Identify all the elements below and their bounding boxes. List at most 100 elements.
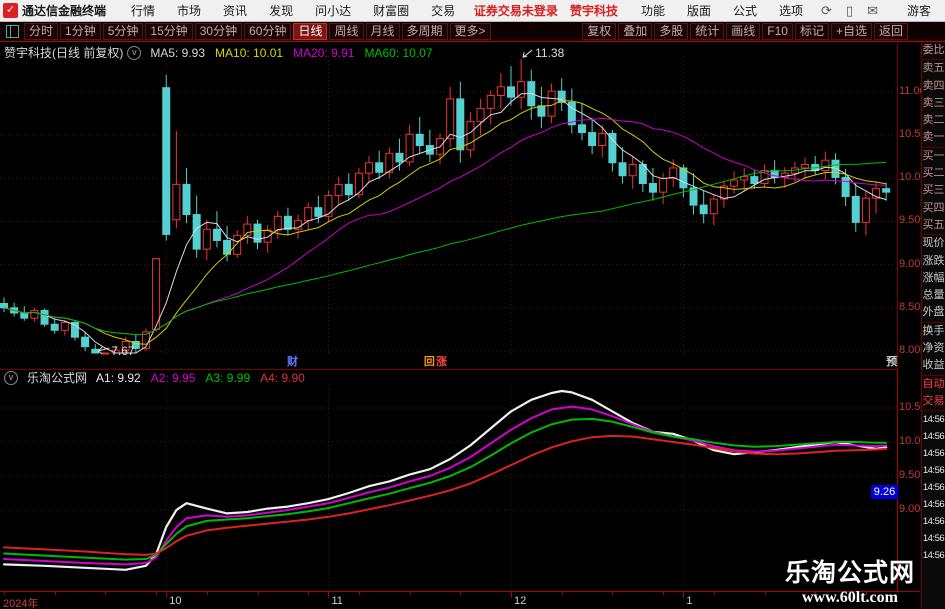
minor-tick [460,592,462,595]
period-button-多周期[interactable]: 多周期 [401,23,448,40]
sidebar-item-卖二[interactable]: 卖二 [922,112,945,129]
tool-button-画线[interactable]: 画线 [726,23,761,40]
menu-item-5[interactable]: 财富圈 [362,2,420,19]
event-marker-strip: 财 回涨 预 [0,356,897,370]
minor-tick [713,592,715,595]
mail-icon[interactable]: ✉ [860,3,885,19]
right-menu-item-3[interactable]: 选项 [768,2,814,19]
minor-tick [815,592,817,595]
period-button-5分钟[interactable]: 5分钟 [102,23,144,40]
period-button-更多>[interactable]: 更多> [449,23,491,40]
sidebar-item-买一[interactable]: 买一 [922,148,945,165]
trade-time-row[interactable]: 14:56 [922,530,945,547]
period-button-1分钟[interactable]: 1分钟 [60,23,101,40]
tool-button-多股[interactable]: 多股 [654,23,689,40]
minor-tick [257,592,259,595]
indicator-chart[interactable] [0,385,897,591]
indicator-collapse-icon[interactable]: v [4,370,18,385]
event-marker-回[interactable]: 回 [424,356,435,369]
trade-time-row[interactable]: 14:56 [922,513,945,530]
menu-item-0[interactable]: 行情 [120,2,166,19]
menu-item-4[interactable]: 问小达 [304,2,362,19]
sidebar-item-买三[interactable]: 买三 [922,182,945,199]
sidebar-item-净资[interactable]: 净资 [922,340,945,357]
right-menu-item-0[interactable]: 功能 [630,2,676,19]
year-label: 2024年 [3,598,39,609]
trade-time-row[interactable]: 14:56 [922,547,945,564]
main-candlestick-chart[interactable]: 11.38 7.67 [0,42,897,356]
trade-time-row[interactable]: 14:56 [922,428,945,445]
tool-button-标记[interactable]: 标记 [794,23,829,40]
menu-item-1[interactable]: 市场 [166,2,212,19]
layout-icon[interactable] [6,25,19,38]
sidebar-item-外盘[interactable]: 外盘 [922,304,945,323]
month-tick [683,592,685,598]
trade-time-row[interactable]: 14:56 [922,496,945,513]
indicator-label-3: A4: 9.90 [260,370,305,385]
month-label-10: 10 [169,595,182,607]
sidebar-item-涨幅[interactable]: 涨幅 [922,270,945,287]
trade-time-row[interactable]: 14:56 [922,462,945,479]
collapse-chevron-icon[interactable]: v [127,45,142,60]
sidebar-item-卖四[interactable]: 卖四 [922,78,945,95]
minor-tick [663,592,665,595]
period-button-30分钟[interactable]: 30分钟 [194,23,243,40]
menu-item-3[interactable]: 发现 [258,2,304,19]
menu-item-6[interactable]: 交易 [420,2,466,19]
sidebar-item-换手[interactable]: 换手 [922,323,945,340]
period-button-15分钟[interactable]: 15分钟 [145,23,193,40]
trade-time-row[interactable]: 14:56 [922,445,945,462]
sidebar-item-买四[interactable]: 买四 [922,200,945,217]
tool-button-+自选[interactable]: +自选 [830,23,872,40]
indicator-title: 乐淘公式网 [27,371,88,385]
event-marker-财[interactable]: 财 [287,356,298,369]
period-button-周线[interactable]: 周线 [329,23,364,40]
right-menu-item-2[interactable]: 公式 [722,2,768,19]
tool-button-返回[interactable]: 返回 [873,23,908,40]
tool-button-F10[interactable]: F10 [762,23,793,40]
sidebar-item-涨跌[interactable]: 涨跌 [922,253,945,270]
alert-text-1[interactable]: 赞宇科技 [570,2,618,19]
period-button-分时[interactable]: 分时 [24,23,59,40]
sidebar-item-交易[interactable]: 交易 [922,393,945,412]
month-label-11: 11 [331,595,343,607]
sidebar-item-买二[interactable]: 买二 [922,165,945,182]
minor-tick [308,592,310,595]
sidebar-item-卖五[interactable]: 卖五 [922,60,945,77]
sidebar-item-卖三[interactable]: 卖三 [922,95,945,112]
sub-price-axis: 10.50 10.00 9.50 9.00 [897,369,927,591]
minor-tick [206,592,208,595]
user-badge[interactable]: 游客 [907,2,931,19]
sidebar-item-现价[interactable]: 现价 [922,235,945,252]
minor-tick [561,592,563,595]
period-button-60分钟[interactable]: 60分钟 [244,23,292,40]
period-button-月线[interactable]: 月线 [365,23,400,40]
sidebar-item-收益[interactable]: 收益 [922,357,945,376]
tool-button-复权[interactable]: 复权 [582,23,617,40]
indicator-label-1: A2: 9.95 [150,370,196,385]
alert-texts: 证券交易未登录 赞宇科技 [474,2,630,19]
sidebar-item-自动[interactable]: 自动 [922,376,945,393]
right-menu-item-1[interactable]: 版面 [676,2,722,19]
sidebar-item-买五[interactable]: 买五 [922,217,945,236]
minor-tick [612,592,614,595]
app-logo-icon: ✓ [3,3,18,18]
sidebar-item-卖一[interactable]: 卖一 [922,129,945,148]
trade-time-row[interactable]: 14:56 [922,479,945,496]
event-marker-预[interactable]: 预 [886,356,897,369]
trade-time-row[interactable]: 14:56 [922,411,945,428]
menu-item-2[interactable]: 资讯 [212,2,258,19]
month-label-12: 12 [514,595,527,607]
tool-buttons: 复权 叠加 多股 统计 画线 F10 标记 +自选 返回 [581,23,909,40]
refresh-icon[interactable]: ⟳ [814,3,839,19]
tool-button-统计[interactable]: 统计 [690,23,725,40]
mobile-icon[interactable]: ▯ [839,3,860,19]
alert-text-0[interactable]: 证券交易未登录 [474,2,558,19]
sidebar-item-委比[interactable]: 委比 [922,42,945,61]
event-marker-涨[interactable]: 涨 [436,356,447,369]
svg-text:11.38: 11.38 [535,46,564,60]
period-button-日线[interactable]: 日线 [293,23,328,40]
sidebar-item-总量[interactable]: 总量 [922,287,945,304]
secondary-menu: 功能 版面 公式 选项 [630,2,814,19]
tool-button-叠加[interactable]: 叠加 [618,23,653,40]
